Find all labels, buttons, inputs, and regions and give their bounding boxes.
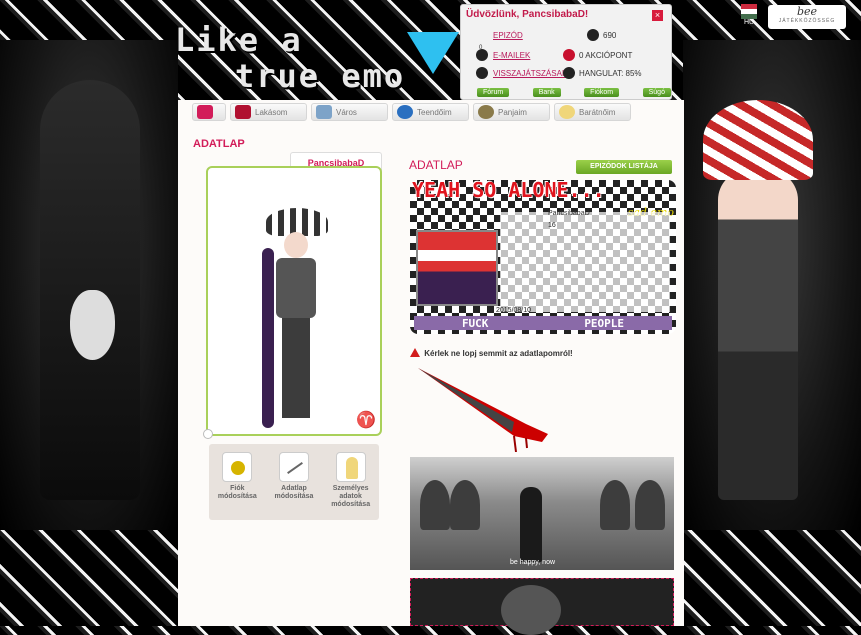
nav-label: Teendőim (417, 107, 452, 117)
aries-zodiac-icon: ♈ (356, 412, 376, 429)
top-navigation: Lakásom Város Teendőim Panjaim Barátnőim (192, 103, 631, 121)
bank-button[interactable]: Bank (532, 88, 561, 97)
person-icon (335, 452, 366, 482)
pen-icon (278, 452, 309, 482)
frame-handle (203, 429, 213, 439)
gold-count: 690 (603, 31, 617, 40)
diamond-icon (407, 32, 459, 74)
home-icon (197, 105, 213, 119)
banner-stats-panel (500, 212, 670, 312)
userbox-buttons: Fórum Bank Fiókom Súgó (477, 88, 671, 97)
main-content: Lakásom Város Teendőim Panjaim Barátnőim… (178, 100, 684, 635)
edit-profile-button[interactable]: Adatlap módosítása (269, 452, 319, 520)
banner-date: 2015/08/10 (496, 307, 532, 314)
city-icon (316, 105, 332, 119)
action-label: Adatlap módosítása (274, 485, 314, 500)
action-points: 0 AKCIÓPONT (579, 51, 633, 60)
striped-hat (703, 100, 813, 180)
nav-label: Barátnőim (579, 107, 616, 117)
user-status-panel: Üdvözlünk, PancsibabaD! × EPIZÓD 690 0 E… (460, 4, 672, 100)
banner-bottom-left: FUCK (461, 316, 489, 330)
edit-account-button[interactable]: Fiók módosítása (212, 452, 262, 520)
profile-heading-right: ADATLAP (409, 158, 463, 172)
language-flag[interactable]: HU (741, 4, 757, 26)
nav-apartment[interactable]: Lakásom (230, 103, 307, 121)
language-code: HU (743, 19, 755, 26)
nav-city[interactable]: Város (311, 103, 388, 121)
logo-title: Like a true emo (175, 22, 405, 94)
logo-line-2: true emo (235, 57, 406, 95)
mood-icon (563, 67, 575, 79)
warning-message: Kérlek ne lopj semmit az adatlapomról! (410, 348, 573, 358)
brand-logo[interactable]: bee JÁTÉKKÖZÖSSÉG (768, 5, 846, 29)
banner-title: YEAH SO ALONE... (412, 180, 605, 202)
profile-heading-left: ADATLAP (193, 138, 245, 150)
site-logo[interactable]: Like a true emo (175, 18, 460, 98)
avatar-girl-illustration (718, 170, 798, 500)
action-label: Személyes adatok módosítása (331, 485, 371, 508)
nav-home[interactable] (192, 103, 226, 121)
action-label: Fiók módosítása (217, 485, 257, 500)
warning-text: Kérlek ne lopj semmit az adatlapomról! (424, 349, 573, 358)
logo-line-1: Like a (175, 21, 303, 59)
banner-bottom-right: PEOPLE (584, 316, 625, 330)
banner-bottom-strip: FUCK PEOPLE (414, 316, 672, 330)
second-photo (410, 578, 674, 635)
warning-icon (410, 348, 420, 357)
banner-username: PancsibabaD (548, 210, 590, 217)
photo-person (520, 487, 542, 562)
photo-caption: be happy, now (510, 559, 556, 566)
nav-label: Lakásom (255, 107, 288, 117)
nav-label: Város (336, 107, 357, 117)
gold-coin-icon (587, 29, 599, 41)
episodes-list-button[interactable]: EPIZÓDOK LISTÁJA (576, 160, 672, 174)
bloody-knife-image (418, 368, 548, 452)
nav-girlfriends[interactable]: Barátnőim (554, 103, 631, 121)
star-icon (563, 49, 575, 61)
episodes-link[interactable]: EPIZÓD (493, 31, 523, 40)
nav-label: Panjaim (498, 107, 527, 117)
sofa-icon (235, 105, 251, 119)
avatar-frame: ♈ (203, 166, 382, 439)
help-button[interactable]: Súgó (642, 88, 671, 97)
replay-icon (476, 67, 488, 79)
emails-link[interactable]: E-MAILEK (493, 51, 530, 60)
banner-portrait (416, 230, 498, 306)
banner-level: 16 (548, 222, 556, 229)
scream-mask (70, 290, 115, 360)
profile-photo: be happy, now (410, 457, 674, 570)
right-side-artwork (683, 40, 861, 530)
brand-tagline: JÁTÉKKÖZÖSSÉG (778, 18, 836, 24)
close-button[interactable]: × (652, 10, 663, 21)
replays-link[interactable]: VISSZAJÁTSZÁSAIM (493, 69, 571, 78)
nav-tasks[interactable]: Teendőim (392, 103, 469, 121)
edit-personal-data-button[interactable]: Személyes adatok módosítása (326, 452, 376, 520)
brand-name: bee (796, 5, 818, 18)
girl-avatar-icon (559, 105, 575, 119)
lock-icon (222, 452, 253, 482)
boy-avatar-icon (478, 105, 494, 119)
left-side-artwork (0, 40, 178, 530)
profile-banner: YEAH SO ALONE... sad emo PancsibabaD 16 … (410, 180, 676, 334)
forum-button[interactable]: Fórum (477, 88, 510, 97)
emails-count: 0 (479, 45, 483, 51)
player-avatar (262, 208, 328, 428)
account-button[interactable]: Fiókom (584, 88, 620, 97)
welcome-text: Üdvözlünk, PancsibabaD! (466, 9, 589, 20)
target-icon (397, 105, 413, 119)
nav-boyfriends[interactable]: Panjaim (473, 103, 550, 121)
mood-value: HANGULAT: 85% (579, 69, 642, 78)
profile-actions: Fiók módosítása Adatlap módosítása Szemé… (209, 444, 379, 520)
